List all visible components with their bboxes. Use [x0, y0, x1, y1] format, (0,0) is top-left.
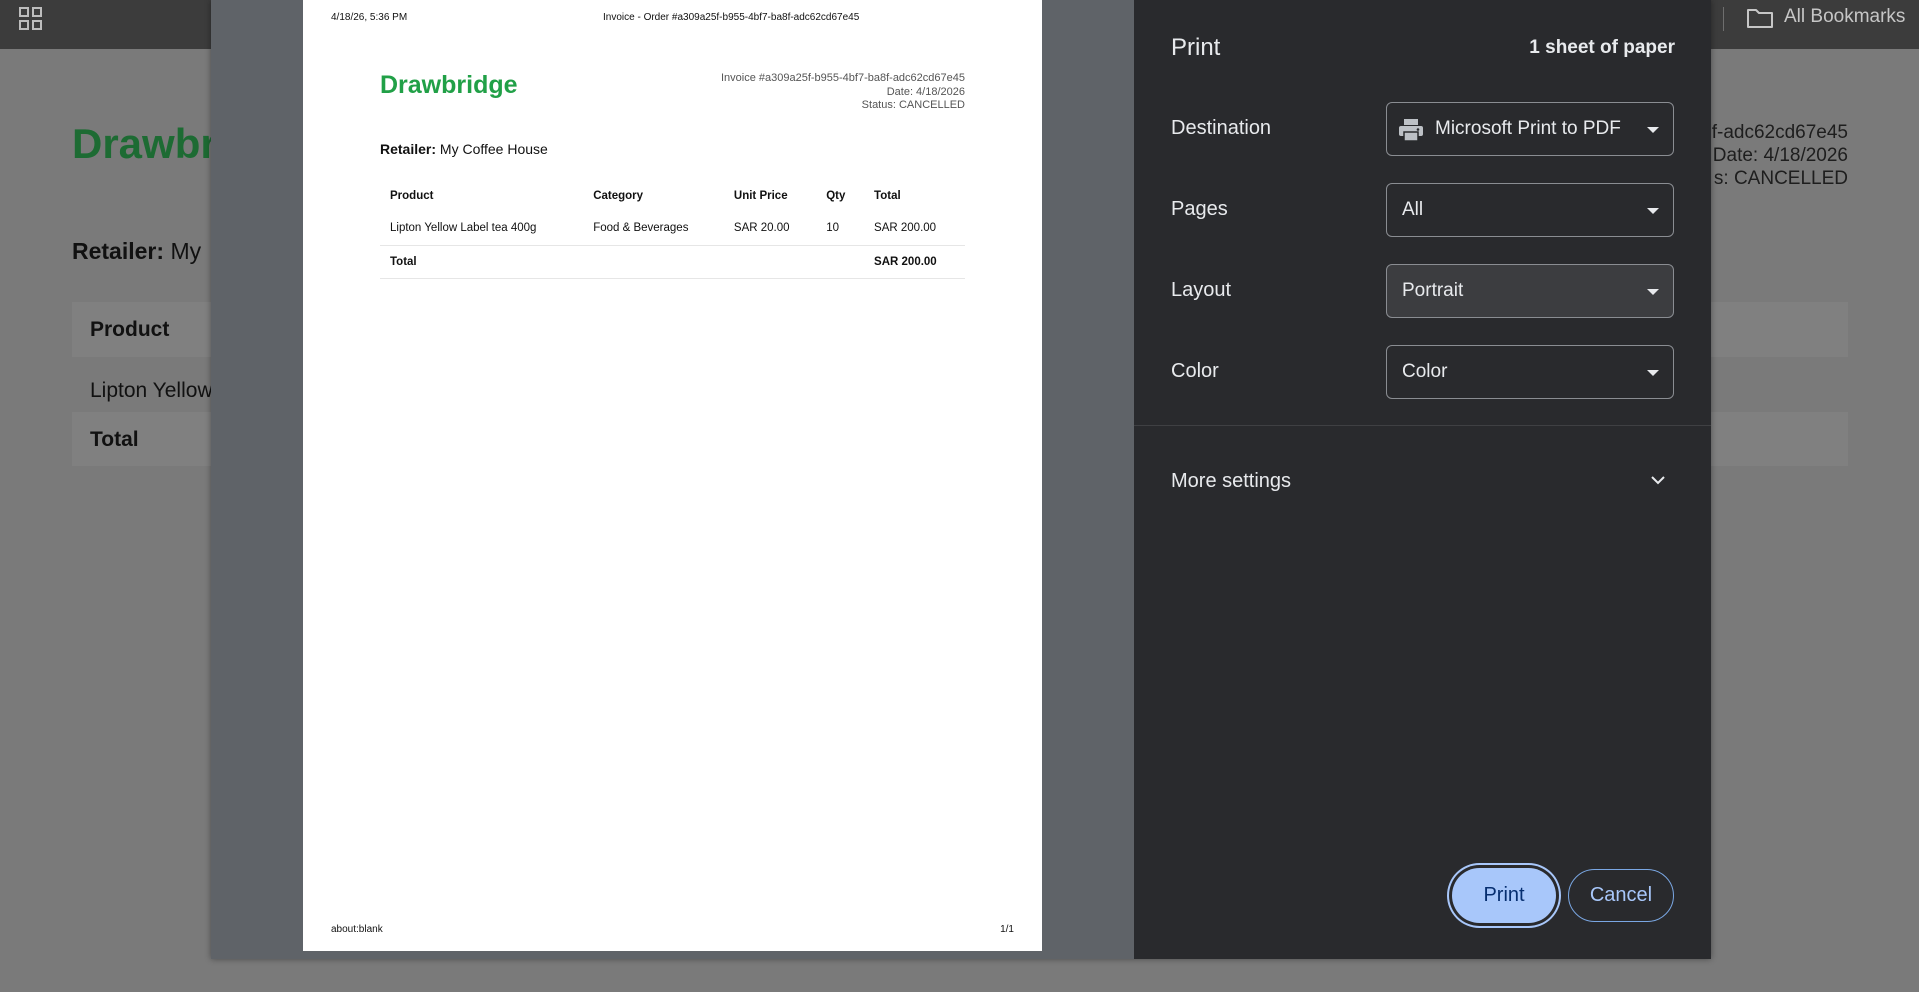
color-label: Color: [1171, 360, 1219, 382]
layout-select[interactable]: Portrait: [1386, 264, 1674, 318]
invoice-retailer: Retailer: My Coffee House: [380, 141, 548, 157]
destination-select[interactable]: Microsoft Print to PDF: [1386, 102, 1674, 156]
cell-category: Food & Beverages: [583, 212, 724, 246]
invoice-table: Product Category Unit Price Qty Total Li…: [380, 180, 965, 279]
more-settings-toggle[interactable]: More settings: [1171, 470, 1291, 493]
print-settings-panel: Print 1 sheet of paper Destination Micro…: [1134, 0, 1711, 959]
layout-value: Portrait: [1402, 280, 1464, 301]
invoice-status: Status: CANCELLED: [861, 99, 965, 111]
chevron-down-icon[interactable]: [1649, 473, 1667, 487]
destination-label: Destination: [1171, 117, 1272, 139]
apps-grid-icon[interactable]: [18, 6, 44, 32]
cell-product: Lipton Yellow Label tea 400g: [380, 212, 584, 246]
destination-value: Microsoft Print to PDF: [1435, 118, 1621, 139]
preview-header-title: Invoice - Order #a309a25f-b955-4bf7-ba8f…: [603, 12, 860, 23]
total-label: Total: [380, 245, 584, 279]
print-dialog: 4/18/26, 5:36 PM Invoice - Order #a309a2…: [211, 0, 1711, 959]
background-meta-line: s: CANCELLED: [1713, 168, 1848, 189]
chevron-down-icon: [1647, 289, 1659, 295]
invoice-meta: Invoice #a309a25f-b955-4bf7-ba8f-adc62cd…: [721, 72, 965, 113]
print-button[interactable]: Print: [1452, 868, 1556, 923]
invoice-date: Date: 4/18/2026: [886, 85, 965, 98]
preview-sheet: 4/18/26, 5:36 PM Invoice - Order #a309a2…: [303, 0, 1042, 951]
layout-label: Layout: [1171, 279, 1232, 301]
preview-footer-page: 1/1: [1000, 924, 1014, 935]
color-value: Color: [1402, 361, 1448, 382]
table-row: Lipton Yellow Label tea 400g Food & Beve…: [380, 212, 965, 246]
invoice-brand: Drawbridge: [380, 71, 518, 99]
settings-divider: [1134, 425, 1711, 426]
invoice-number: Invoice #a309a25f-b955-4bf7-ba8f-adc62cd…: [720, 72, 965, 84]
print-title: Print: [1171, 34, 1221, 61]
background-meta-line: f-adc62cd67e45: [1711, 122, 1848, 143]
column-header: Total: [874, 190, 901, 202]
chevron-down-icon: [1647, 127, 1659, 133]
column-header: Category: [593, 190, 644, 202]
column-header: Qty: [826, 190, 846, 202]
total-row: Total SAR 200.00: [380, 245, 965, 279]
sheet-count: 1 sheet of paper: [1529, 37, 1675, 58]
color-select[interactable]: Color: [1386, 345, 1674, 399]
background-invoice-meta: f-adc62cd67e45 Date: 4/18/2026 s: CANCEL…: [1712, 121, 1848, 190]
cell-unit-price: SAR 20.00: [723, 212, 817, 246]
total-value: SAR 200.00: [864, 245, 965, 279]
chevron-down-icon: [1647, 208, 1659, 214]
cell-total: SAR 200.00: [864, 212, 965, 246]
chevron-down-icon: [1647, 370, 1659, 376]
folder-icon[interactable]: [1745, 5, 1775, 31]
background-retailer: Retailer: My: [72, 238, 202, 264]
column-header: Unit Price: [733, 190, 788, 202]
preview-footer-url: about:blank: [331, 924, 383, 935]
pages-select[interactable]: All: [1386, 183, 1674, 237]
column-header: Product: [390, 190, 434, 202]
background-meta-line: Date: 4/18/2026: [1712, 145, 1848, 166]
all-bookmarks-link[interactable]: All Bookmarks: [1784, 6, 1905, 28]
preview-header-date: 4/18/26, 5:36 PM: [331, 12, 408, 23]
pages-label: Pages: [1171, 198, 1228, 220]
pages-value: All: [1402, 199, 1424, 220]
background-brand: Drawbr: [72, 120, 217, 167]
cancel-button[interactable]: Cancel: [1568, 869, 1674, 922]
bookmarks-separator: [1723, 7, 1724, 31]
cell-qty: 10: [816, 212, 865, 246]
print-preview-area[interactable]: 4/18/26, 5:36 PM Invoice - Order #a309a2…: [211, 0, 1134, 959]
printer-icon: [1399, 119, 1423, 142]
